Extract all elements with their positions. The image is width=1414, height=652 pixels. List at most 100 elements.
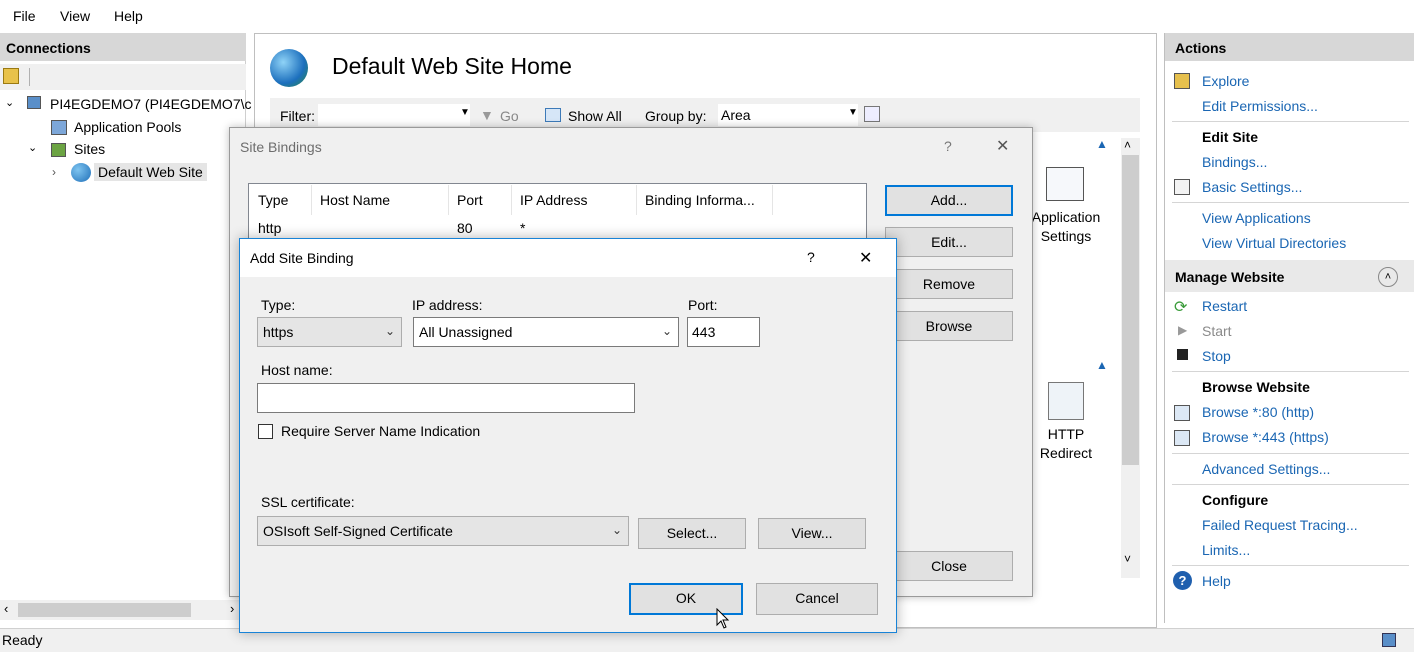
action-view-vdirs[interactable]: View Virtual Directories <box>1202 235 1346 251</box>
action-browse-80[interactable]: Browse *:80 (http) <box>1202 404 1314 420</box>
add-binding-button[interactable]: Add... <box>885 185 1013 216</box>
view-mode-icon[interactable] <box>864 106 880 122</box>
group-browse-website: Browse Website <box>1202 379 1310 395</box>
stop-icon <box>1177 349 1188 360</box>
menu-help[interactable]: Help <box>114 8 143 24</box>
column-binding-info[interactable]: Binding Informa... <box>645 192 755 208</box>
site-globe-icon <box>270 49 308 87</box>
host-name-input[interactable] <box>257 383 635 413</box>
ssl-select[interactable]: OSIsoft Self-Signed Certificate ⌄ <box>257 516 629 546</box>
http-redirect-icon <box>1048 382 1084 420</box>
scroll-down-icon[interactable]: ˅ <box>1124 552 1131 566</box>
add-binding-close-icon[interactable]: ✕ <box>859 248 872 268</box>
view-cert-button[interactable]: View... <box>758 518 866 549</box>
column-type[interactable]: Type <box>258 192 288 208</box>
feature-http-redirect[interactable]: HTTP Redirect <box>1030 425 1102 463</box>
show-all-icon <box>545 108 561 122</box>
app-settings-icon <box>1046 167 1084 201</box>
group-by-value: Area <box>721 107 751 123</box>
chevron-down-icon: ⌄ <box>611 523 622 537</box>
port-input[interactable]: 443 <box>687 317 760 347</box>
group-configure: Configure <box>1202 492 1269 508</box>
scroll-right-icon[interactable]: › <box>230 601 234 616</box>
filter-input[interactable] <box>318 104 470 126</box>
add-binding-title: Add Site Binding <box>250 250 354 266</box>
status-text: Ready <box>2 632 43 648</box>
cancel-button[interactable]: Cancel <box>756 583 878 615</box>
site-bindings-close-icon[interactable]: ✕ <box>996 136 1009 156</box>
expand-site-icon[interactable]: › <box>52 165 56 179</box>
action-bindings[interactable]: Bindings... <box>1202 154 1267 170</box>
scroll-up-icon[interactable]: ˄ <box>1124 138 1131 152</box>
action-basic-settings[interactable]: Basic Settings... <box>1202 179 1302 195</box>
scroll-thumb[interactable] <box>18 603 191 617</box>
ip-select[interactable]: All Unassigned ⌄ <box>413 317 679 347</box>
row-port-cell[interactable]: 80 <box>457 220 473 236</box>
action-view-applications[interactable]: View Applications <box>1202 210 1311 226</box>
type-select[interactable]: https ⌄ <box>257 317 402 347</box>
show-all-button[interactable]: Show All <box>568 108 622 124</box>
remove-binding-button[interactable]: Remove <box>885 269 1013 299</box>
tree-sites[interactable]: Sites <box>74 141 105 157</box>
menu-file[interactable]: File <box>13 8 36 24</box>
action-stop[interactable]: Stop <box>1202 348 1231 364</box>
collapse-group-icon[interactable]: ▲ <box>1096 137 1108 151</box>
features-scroll-thumb[interactable] <box>1122 155 1139 465</box>
group-manage-website: Manage Website <box>1175 269 1285 285</box>
chevron-down-icon: ⌄ <box>661 324 672 338</box>
column-ip-address[interactable]: IP Address <box>520 192 587 208</box>
action-edit-permissions[interactable]: Edit Permissions... <box>1202 98 1318 114</box>
collapse-manage-icon[interactable]: ˄ <box>1378 267 1398 287</box>
expand-sites-icon[interactable]: ⌄ <box>28 141 37 154</box>
collapse-group-icon[interactable]: ▲ <box>1096 358 1108 372</box>
action-failed-tracing[interactable]: Failed Request Tracing... <box>1202 517 1358 533</box>
server-icon <box>27 96 41 109</box>
sni-label[interactable]: Require Server Name Indication <box>281 423 480 439</box>
type-value: https <box>263 324 294 340</box>
feature-application-settings[interactable]: Application Settings <box>1030 208 1102 246</box>
ssl-value: OSIsoft Self-Signed Certificate <box>263 523 453 539</box>
action-explore[interactable]: Explore <box>1202 73 1249 89</box>
add-binding-help-button[interactable]: ? <box>807 249 815 265</box>
action-limits[interactable]: Limits... <box>1202 542 1250 558</box>
basic-settings-icon <box>1174 179 1190 195</box>
group-by-dropdown-icon[interactable]: ▼ <box>848 107 858 118</box>
action-help[interactable]: Help <box>1202 573 1231 589</box>
host-name-label: Host name: <box>261 362 333 378</box>
toolbar-divider <box>29 68 30 86</box>
tree-server[interactable]: PI4EGDEMO7 (PI4EGDEMO7\c <box>50 96 252 112</box>
column-host-name[interactable]: Host Name <box>320 192 390 208</box>
ip-label: IP address: <box>412 297 483 313</box>
column-port[interactable]: Port <box>457 192 483 208</box>
row-type-cell[interactable]: http <box>258 220 281 236</box>
feature-label-line2: Redirect <box>1039 445 1093 461</box>
sites-icon <box>51 143 66 157</box>
restart-icon: ⟳ <box>1174 299 1188 316</box>
tree-app-pools[interactable]: Application Pools <box>74 119 181 135</box>
browse-binding-button[interactable]: Browse <box>885 311 1013 341</box>
action-browse-443[interactable]: Browse *:443 (https) <box>1202 429 1329 445</box>
expand-server-icon[interactable]: ⌄ <box>5 96 14 109</box>
ssl-label: SSL certificate: <box>261 494 355 510</box>
row-ip-cell[interactable]: * <box>520 220 525 236</box>
edit-binding-button[interactable]: Edit... <box>885 227 1013 257</box>
action-restart[interactable]: Restart <box>1202 298 1247 314</box>
sni-checkbox[interactable] <box>258 424 273 439</box>
feature-label-line1: HTTP <box>1047 426 1085 442</box>
scroll-left-icon[interactable]: ‹ <box>4 601 8 616</box>
close-button[interactable]: Close <box>885 551 1013 581</box>
connections-hscrollbar[interactable]: ‹ › <box>0 600 246 620</box>
go-button[interactable]: Go <box>500 108 519 124</box>
action-start: Start <box>1202 323 1232 339</box>
connect-icon[interactable] <box>3 68 19 84</box>
tree-default-web-site[interactable]: Default Web Site <box>94 163 207 181</box>
filter-dropdown-icon[interactable]: ▼ <box>460 107 470 118</box>
site-bindings-help-button[interactable]: ? <box>944 138 952 154</box>
menu-view[interactable]: View <box>60 8 90 24</box>
browse-icon <box>1174 405 1190 421</box>
connections-header: Connections <box>0 33 246 61</box>
actions-header: Actions <box>1165 33 1414 61</box>
action-advanced-settings[interactable]: Advanced Settings... <box>1202 461 1330 477</box>
group-by-select[interactable]: Area <box>718 104 858 126</box>
select-cert-button[interactable]: Select... <box>638 518 746 549</box>
